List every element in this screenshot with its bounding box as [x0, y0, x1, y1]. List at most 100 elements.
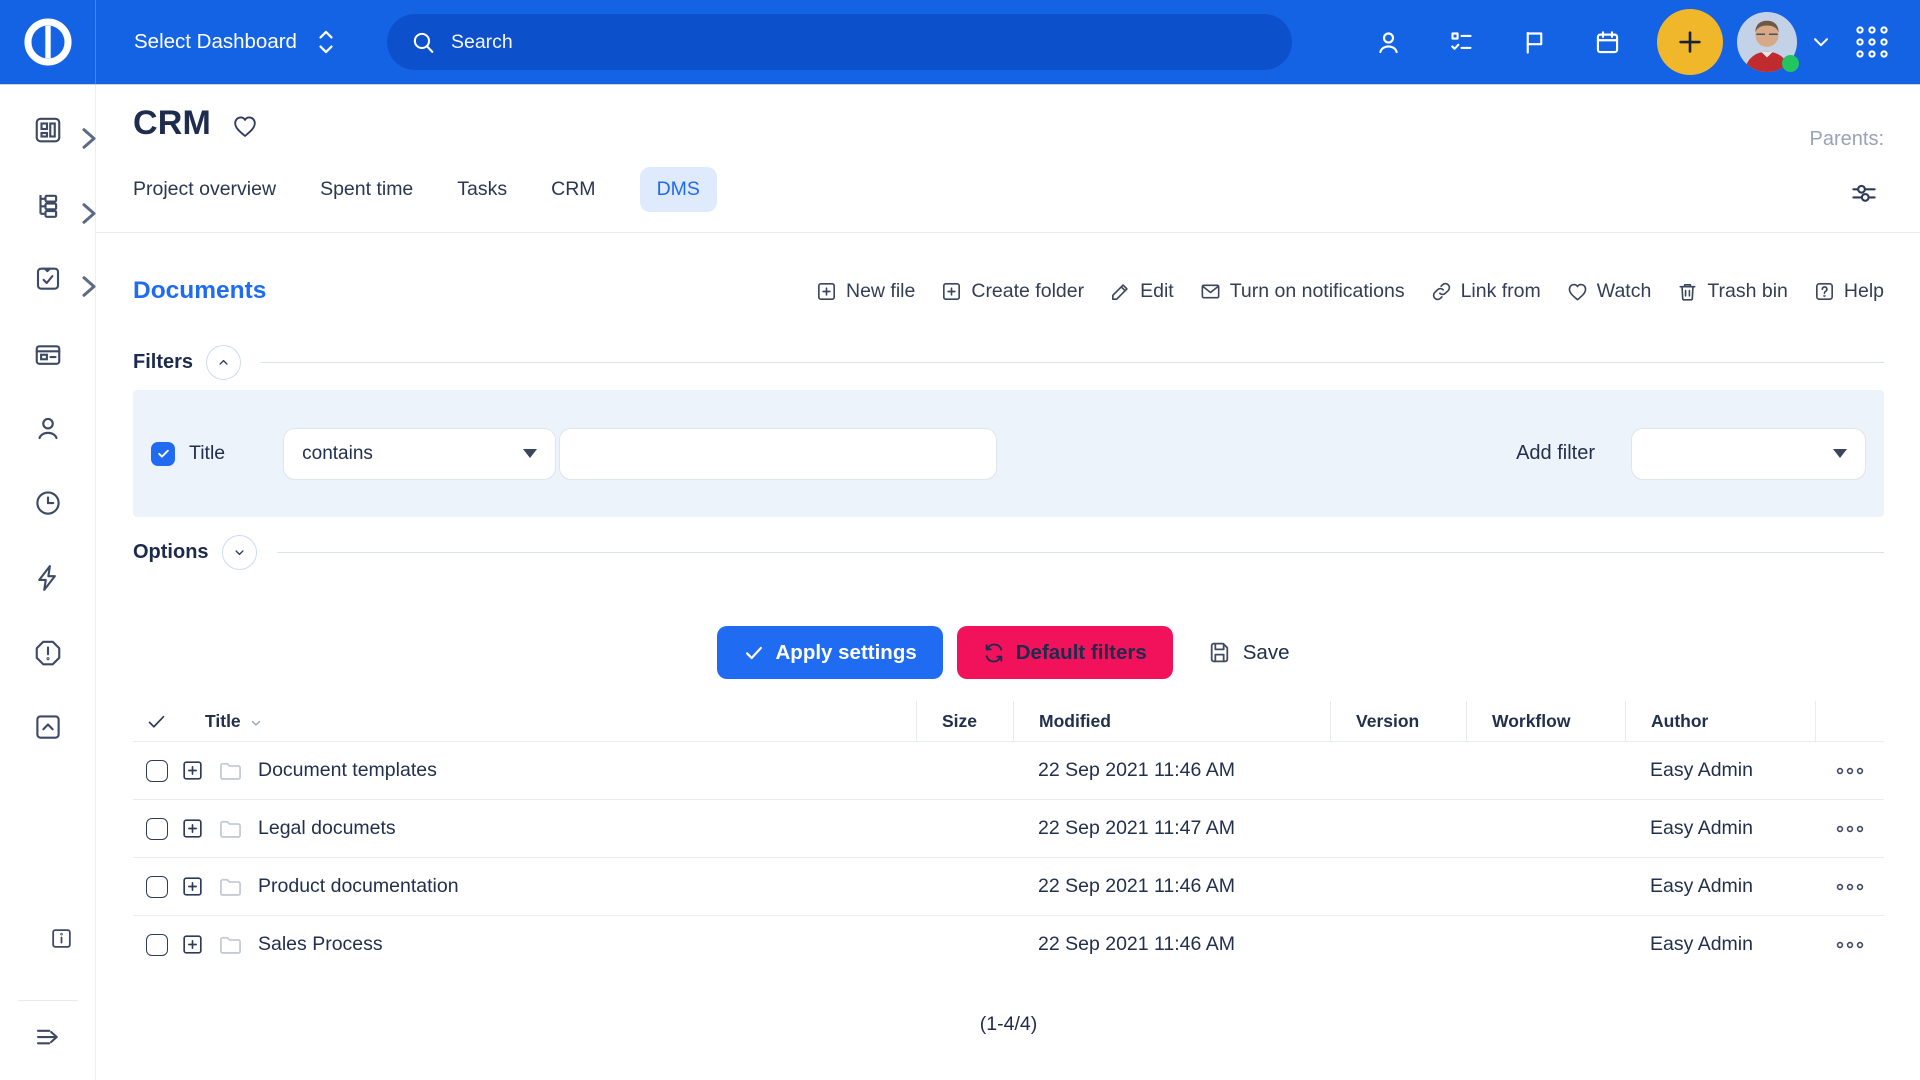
column-header-title[interactable]: Title — [180, 701, 916, 741]
sidebar-item-projects[interactable] — [0, 190, 96, 220]
calendar-icon[interactable] — [1594, 29, 1621, 56]
floppy-save-icon — [1207, 640, 1232, 665]
sidebar-item-dashboard[interactable] — [0, 115, 96, 145]
tab-spent-time[interactable]: Spent time — [320, 167, 413, 212]
sidebar-item-alerts[interactable] — [0, 638, 96, 668]
avatar-chevron-down-icon[interactable] — [1810, 31, 1832, 53]
watch-button[interactable]: Watch — [1566, 280, 1652, 303]
title-filter-checkbox[interactable] — [151, 442, 175, 466]
topbar: Select Dashboard — [0, 0, 1920, 84]
row-checkbox[interactable] — [146, 818, 168, 840]
filters-header: Filters — [96, 345, 1920, 380]
tab-tasks[interactable]: Tasks — [457, 167, 507, 212]
cell-modified: 22 Sep 2021 11:46 AM — [1013, 933, 1330, 956]
trash-bin-button[interactable]: Trash bin — [1676, 280, 1788, 303]
cell-modified: 22 Sep 2021 11:46 AM — [1013, 875, 1330, 898]
favorite-heart-icon[interactable] — [231, 112, 259, 140]
operator-select[interactable]: contains — [283, 428, 556, 480]
quick-add-button[interactable] — [1657, 9, 1723, 75]
default-filters-button[interactable]: Default filters — [957, 626, 1173, 679]
clock-icon — [33, 488, 63, 518]
help-label: Help — [1844, 280, 1884, 303]
document-title-link[interactable]: Legal documets — [258, 817, 396, 840]
flag-icon[interactable] — [1521, 29, 1548, 56]
column-header-version[interactable]: Version — [1330, 701, 1466, 741]
app-logo[interactable] — [0, 0, 96, 84]
dashboard-selector[interactable]: Select Dashboard — [134, 29, 337, 55]
notifications-button[interactable]: Turn on notifications — [1199, 280, 1405, 303]
expand-plus-icon[interactable] — [180, 932, 205, 957]
check-icon — [146, 711, 167, 732]
options-rule — [277, 552, 1884, 553]
row-menu-ellipsis-icon[interactable] — [1835, 882, 1865, 892]
edit-button[interactable]: Edit — [1109, 280, 1174, 303]
filters-collapse-button[interactable] — [206, 345, 241, 380]
folder-icon — [217, 873, 244, 900]
sidebar-item-info[interactable] — [13, 926, 109, 951]
lightning-icon — [33, 563, 63, 593]
help-button[interactable]: Help — [1813, 280, 1884, 303]
person-icon[interactable] — [1375, 29, 1402, 56]
column-header-author[interactable]: Author — [1625, 701, 1815, 741]
square-chevron-up-icon — [33, 712, 63, 742]
options-expand-button[interactable] — [222, 535, 257, 570]
sidebar-item-tasks[interactable] — [0, 263, 96, 293]
search-input[interactable] — [451, 31, 1268, 54]
dashboard-selector-label: Select Dashboard — [134, 30, 297, 54]
add-filter-label: Add filter — [1516, 442, 1595, 465]
sidebar-item-time[interactable] — [0, 488, 96, 518]
filter-panel: Title contains Add filter — [133, 390, 1884, 517]
new-file-button[interactable]: New file — [815, 280, 915, 303]
expand-plus-icon[interactable] — [180, 758, 205, 783]
sidebar-item-modules[interactable] — [0, 340, 96, 370]
apps-grid-icon[interactable] — [1852, 22, 1892, 62]
edit-label: Edit — [1140, 280, 1174, 303]
save-label: Save — [1243, 641, 1290, 665]
column-modified-label: Modified — [1039, 711, 1111, 732]
link-from-button[interactable]: Link from — [1430, 280, 1541, 303]
select-all-header[interactable] — [133, 701, 180, 741]
filter-value-input[interactable] — [559, 428, 997, 480]
tab-dms[interactable]: DMS — [640, 167, 717, 212]
page-title: CRM — [133, 104, 211, 143]
sidebar-collapse-menu[interactable] — [0, 1022, 96, 1052]
tab-crm[interactable]: CRM — [551, 167, 595, 212]
expand-plus-icon[interactable] — [180, 874, 205, 899]
document-title-link[interactable]: Product documentation — [258, 875, 459, 898]
apply-settings-button[interactable]: Apply settings — [717, 626, 943, 679]
add-filter-select[interactable] — [1631, 428, 1866, 480]
pencil-icon — [1109, 280, 1132, 303]
row-checkbox[interactable] — [146, 934, 168, 956]
row-menu-ellipsis-icon[interactable] — [1835, 824, 1865, 834]
sidebar-item-quick-actions[interactable] — [0, 563, 96, 593]
save-button[interactable]: Save — [1197, 626, 1300, 679]
options-header: Options — [96, 535, 1920, 570]
checklist-icon[interactable] — [1448, 29, 1475, 56]
sidebar-item-users[interactable] — [0, 413, 96, 443]
main-content: CRM Parents: Project overview Spent time… — [96, 84, 1920, 1080]
parents-settings-sliders-icon[interactable] — [1849, 178, 1879, 208]
tab-project-overview[interactable]: Project overview — [133, 167, 276, 212]
document-title-link[interactable]: Document templates — [258, 759, 437, 782]
column-header-modified[interactable]: Modified — [1013, 701, 1330, 741]
row-checkbox[interactable] — [146, 760, 168, 782]
row-menu-ellipsis-icon[interactable] — [1835, 766, 1865, 776]
row-checkbox[interactable] — [146, 876, 168, 898]
chevron-right-icon — [74, 272, 87, 285]
document-title-link[interactable]: Sales Process — [258, 933, 383, 956]
sidebar-item-upgrade[interactable] — [0, 712, 96, 742]
global-search[interactable] — [387, 14, 1292, 70]
column-title-label: Title — [205, 711, 241, 732]
row-menu-ellipsis-icon[interactable] — [1835, 940, 1865, 950]
cell-modified: 22 Sep 2021 11:47 AM — [1013, 817, 1330, 840]
column-header-workflow[interactable]: Workflow — [1466, 701, 1625, 741]
dashboard-icon — [33, 115, 63, 145]
question-square-icon — [1813, 280, 1836, 303]
create-folder-button[interactable]: Create folder — [940, 280, 1084, 303]
logo-icon — [22, 16, 74, 68]
user-avatar[interactable] — [1736, 11, 1798, 73]
expand-plus-icon[interactable] — [180, 816, 205, 841]
check-icon — [743, 642, 765, 664]
column-header-size[interactable]: Size — [916, 701, 1013, 741]
tasks-clipboard-icon — [33, 263, 63, 293]
